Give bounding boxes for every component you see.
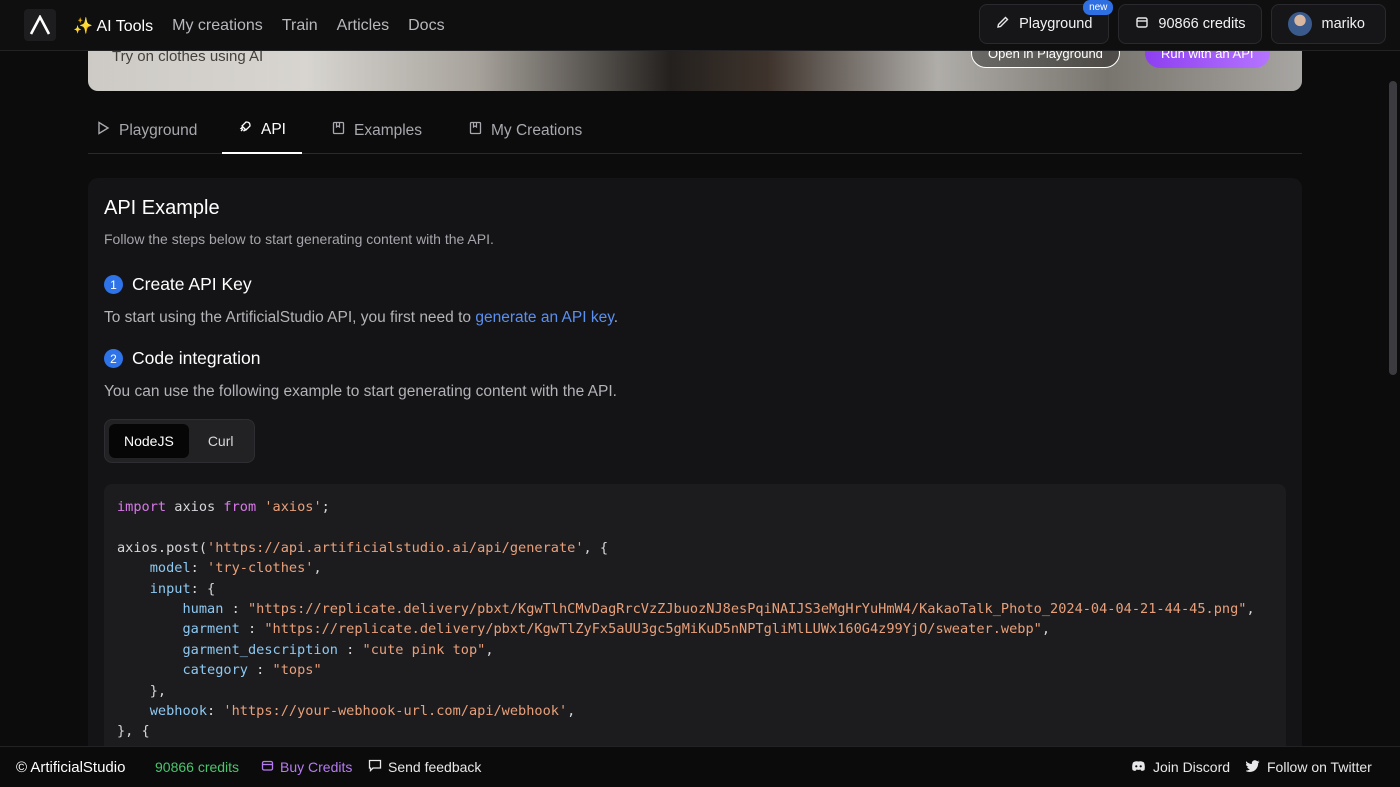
nav-ai-tools[interactable]: ✨ AI Tools [73,16,153,36]
step-1-heading: 1 Create API Key [104,274,252,295]
nav-my-creations[interactable]: My creations [172,17,263,35]
top-nav: ✨ AI Tools My creations Train Articles D… [0,0,1400,51]
bookmark-icon [332,121,345,140]
avatar [1288,12,1313,36]
user-name: mariko [1321,16,1365,32]
nav-train[interactable]: Train [282,17,318,35]
send-feedback-link[interactable]: Send feedback [368,759,481,775]
credits-label: 90866 credits [1158,16,1246,32]
wallet-icon [1135,15,1149,33]
language-toggle: NodeJS Curl [104,419,255,463]
step-2-text: You can use the following example to sta… [104,383,617,400]
twitter-icon [1245,759,1260,775]
discord-icon [1131,759,1146,775]
playground-label: Playground [1019,16,1093,32]
api-example-card: API Example Follow the steps below to st… [88,178,1302,784]
new-badge: new [1083,0,1114,15]
step-title: Create API Key [132,274,252,294]
pencil-icon [996,15,1010,33]
nav-links: ✨ AI Tools My creations Train Articles D… [73,0,445,51]
generate-api-key-link[interactable]: generate an API key [475,309,613,326]
nav-articles[interactable]: Articles [337,17,389,35]
footer-credits: 90866 credits [155,759,240,775]
tab-my-creations[interactable]: My Creations [469,107,582,154]
credits-button[interactable]: 90866 credits [1118,4,1263,44]
card-subtitle: Follow the steps below to start generati… [104,231,494,247]
tab-playground[interactable]: Playground [97,107,197,154]
footer-brand: © ArtificialStudio [16,758,126,776]
rocket-icon [238,120,252,139]
step-title: Code integration [132,348,261,368]
footer: © ArtificialStudio 90866 credits Buy Cre… [0,746,1400,787]
step-number: 2 [104,349,123,368]
step-1-text: To start using the ArtificialStudio API,… [104,309,619,326]
wallet-icon [261,759,274,775]
join-discord-link[interactable]: Join Discord [1131,759,1230,775]
playground-button[interactable]: Playground new [979,0,1114,44]
tab-bar: Playground API Examples My Creations [88,107,1302,154]
page-title: API Example [104,197,220,219]
nodejs-option[interactable]: NodeJS [109,424,189,458]
step-number: 1 [104,275,123,294]
user-menu-button[interactable]: mariko [1271,4,1386,44]
logo-icon[interactable] [24,9,56,41]
curl-option[interactable]: Curl [193,424,249,458]
message-icon [368,759,382,775]
tab-label: Playground [119,121,198,139]
tab-api[interactable]: API [222,107,302,154]
code-block[interactable]: import axios from 'axios'; axios.post('h… [104,484,1286,784]
tab-label: Examples [354,121,423,139]
step-2-heading: 2 Code integration [104,348,260,369]
nav-docs[interactable]: Docs [408,17,444,35]
tab-label: API [261,120,286,138]
tab-label: My Creations [491,121,583,139]
bookmark-icon [469,121,482,140]
scrollbar[interactable] [1386,51,1400,746]
buy-credits-link[interactable]: Buy Credits [261,759,352,775]
play-icon [97,121,110,140]
follow-twitter-link[interactable]: Follow on Twitter [1245,759,1372,775]
scroll-thumb[interactable] [1389,81,1397,375]
tab-examples[interactable]: Examples [332,107,422,154]
